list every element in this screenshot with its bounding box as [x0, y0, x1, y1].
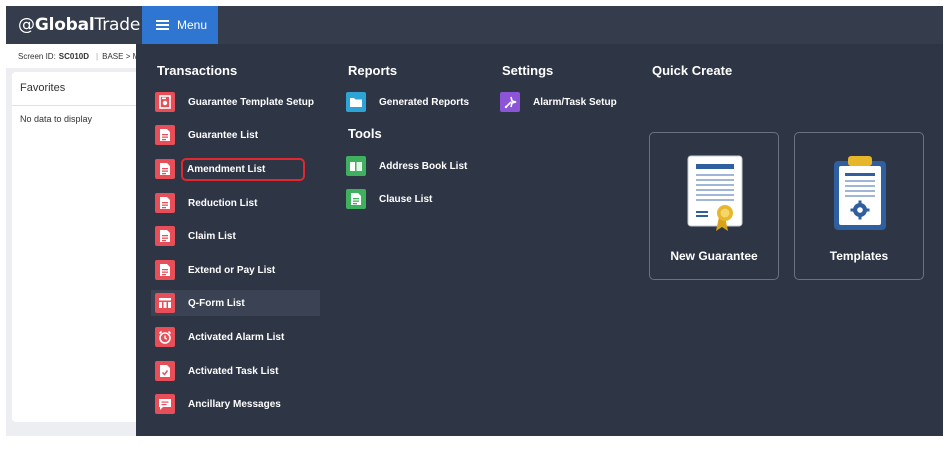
favorites-empty-text: No data to display [20, 114, 93, 124]
message-icon [155, 394, 175, 414]
menu-item-q-form-list[interactable]: Q-Form List [151, 290, 320, 316]
template-icon [155, 92, 175, 112]
alarm-clock-icon [155, 327, 175, 347]
menu-item-label: Guarantee Template Setup [188, 96, 314, 108]
menu-item-label: Reduction List [188, 197, 258, 209]
menu-item-label: Claim List [188, 230, 236, 242]
menu-item-label: Activated Alarm List [188, 331, 285, 343]
folder-icon [346, 92, 366, 112]
alarm-setup-icon [500, 92, 520, 112]
top-bar: @GlobalTrade Menu [6, 6, 943, 44]
clipboard-gear-icon [834, 156, 886, 230]
menu-item-clause-list[interactable]: Clause List [346, 186, 432, 212]
menu-item-label: Address Book List [379, 160, 468, 172]
menu-item-label: Activated Task List [188, 365, 279, 377]
logo-bold: Global [34, 15, 95, 35]
card-label: New Guarantee [670, 249, 758, 263]
menu-item-guarantee-list[interactable]: Guarantee List [155, 122, 258, 148]
menu-item-reduction-list[interactable]: Reduction List [155, 190, 257, 216]
screen-id-label: Screen ID: [18, 51, 56, 61]
menu-item-address-book-list[interactable]: Address Book List [346, 153, 467, 179]
menu-item-activated-alarm-list[interactable]: Activated Alarm List [155, 324, 284, 350]
task-icon [155, 361, 175, 381]
menu-item-amendment-list[interactable]: Amendment List [155, 156, 306, 182]
document-icon [155, 226, 175, 246]
menu-item-label: Q-Form List [188, 297, 245, 309]
logo-prefix: @ [18, 15, 35, 35]
menu-item-ancillary-messages[interactable]: Ancillary Messages [155, 391, 281, 417]
menu-button-label: Menu [177, 18, 208, 32]
menu-item-label: Guarantee List [188, 129, 259, 141]
document-icon [155, 260, 175, 280]
quick-create-new-guarantee[interactable]: New Guarantee [649, 132, 779, 280]
menu-item-claim-list[interactable]: Claim List [155, 223, 236, 249]
menu-item-alarm-task-setup[interactable]: Alarm/Task Setup [500, 89, 617, 115]
breadcrumb[interactable]: BASE > M [102, 52, 136, 61]
document-icon [155, 159, 175, 179]
favorites-divider [12, 105, 136, 106]
certificate-icon [687, 155, 743, 231]
hamburger-icon [156, 20, 169, 30]
menu-item-guarantee-template-setup[interactable]: Guarantee Template Setup [155, 89, 314, 115]
quick-create-templates[interactable]: Templates [794, 132, 924, 280]
transactions-title: Transactions [157, 63, 238, 78]
mega-menu-panel: Transactions Guarantee Template Setup Gu… [136, 44, 943, 436]
screen-id-bar: Screen ID: SC010D | BASE > M [10, 44, 136, 68]
logo-light: Trade [94, 15, 141, 35]
menu-item-label: Clause List [379, 193, 433, 205]
menu-item-generated-reports[interactable]: Generated Reports [346, 89, 469, 115]
menu-item-activated-task-list[interactable]: Activated Task List [155, 358, 278, 384]
book-icon [346, 156, 366, 176]
table-icon [155, 293, 175, 313]
menu-item-label: Amendment List [180, 157, 306, 181]
menu-item-label: Alarm/Task Setup [533, 96, 617, 108]
menu-item-extend-or-pay-list[interactable]: Extend or Pay List [155, 257, 275, 283]
document-icon [155, 193, 175, 213]
document-icon [346, 189, 366, 209]
settings-title: Settings [502, 63, 554, 78]
screen-id-value: SC010D [58, 51, 90, 61]
favorites-panel: Favorites No data to display [12, 72, 136, 422]
menu-item-label: Extend or Pay List [188, 264, 276, 276]
document-icon [155, 125, 175, 145]
favorites-title: Favorites [20, 82, 66, 94]
menu-button[interactable]: Menu [142, 6, 218, 44]
reports-title: Reports [348, 63, 398, 78]
card-label: Templates [829, 249, 889, 263]
tools-title: Tools [348, 126, 382, 141]
separator: | [96, 51, 99, 61]
app-logo[interactable]: @GlobalTrade [18, 15, 140, 35]
menu-item-label: Generated Reports [379, 96, 470, 108]
quick-create-title: Quick Create [652, 63, 733, 78]
menu-item-label: Ancillary Messages [188, 398, 281, 410]
